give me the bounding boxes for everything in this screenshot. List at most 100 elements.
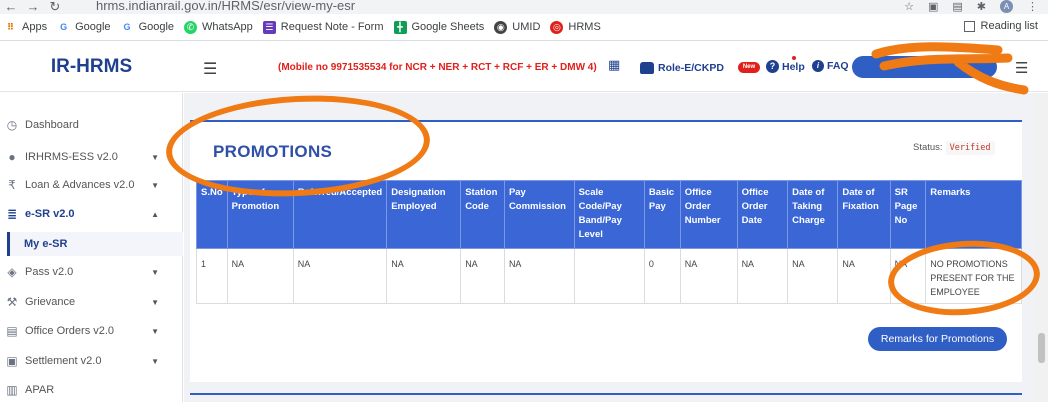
table-cell: NA [460,248,505,304]
helpline-notice: (Mobile no 9971535534 for NCR + NER + RC… [278,62,597,73]
table-cell [573,248,645,304]
hamburger-menu-icon[interactable]: ☰ [203,59,217,79]
id-card-icon: ▥ [6,383,18,397]
sidebar-item-loan-advances[interactable]: ₹ Loan & Advances v2.0 ▼ [0,174,183,196]
bookmark-request-note[interactable]: ☰ Request Note - Form [262,20,384,34]
bookmark-hrms[interactable]: ◎ HRMS [550,20,601,34]
column-header: Designation Employed [386,180,462,249]
bookmark-google-sheets[interactable]: ╋ Google Sheets [393,20,484,34]
notification-dot [792,56,796,60]
sidebar-subitem-my-esr[interactable]: My e-SR [7,232,183,256]
chevron-down-icon: ▼ [151,152,159,162]
status-indicator: Status: Verified [913,141,995,155]
google-icon: G [123,21,131,32]
sidebar-item-dashboard[interactable]: ◷ Dashboard [0,114,183,136]
table-cell: NA [787,248,839,304]
bookmark-umid[interactable]: ◉ UMID [494,20,540,34]
table-cell: NA [736,248,789,304]
table-cell: NA [503,248,575,304]
table-cell: NA [386,248,462,304]
sidebar-item-apar[interactable]: ▥ APAR [0,379,183,401]
chevron-down-icon: ▼ [151,297,159,307]
reading-list[interactable]: Reading list [963,20,1038,32]
whatsapp-icon: ✆ [184,20,198,34]
column-header: Pay Commission [503,180,575,249]
role-selector[interactable]: Role-E/CKPD [640,62,724,74]
bookmark-apps[interactable]: ⠿ Apps [4,21,47,34]
chevron-down-icon: ▼ [151,180,159,190]
column-header: Office Order Date [736,180,789,249]
next-panel-border [190,393,1022,395]
bookmarks-bar: ⠿ Apps G Google G Google ✆ WhatsApp ☰ Request… [0,14,1048,41]
sidebar-item-settlement[interactable]: ▣ Settlement v2.0 ▼ [0,350,183,372]
column-header: Office Order Number [679,180,738,249]
puzzle-icon[interactable]: ✱ [977,0,986,13]
new-badge[interactable]: New [738,62,760,73]
page-scrollbar[interactable] [1035,93,1048,402]
hrms-icon: ◎ [550,20,564,34]
sidebar-item-irhrms-ess[interactable]: ● IRHRMS-ESS v2.0 ▼ [0,146,183,168]
column-header: SR Page No [889,180,927,249]
forward-arrow-icon[interactable]: → [22,0,44,13]
dashboard-icon: ◷ [6,118,18,132]
sidebar-item-pass[interactable]: ◈ Pass v2.0 ▼ [0,261,183,283]
rupee-icon: ₹ [8,178,16,192]
column-header: Remarks [925,180,1022,249]
google-icon: G [60,21,68,32]
remarks-for-promotions-button[interactable]: Remarks for Promotions [868,327,1007,351]
user-icon: ● [8,150,16,164]
translate-icon[interactable]: ▦ [608,57,620,73]
extension-icon[interactable]: ▣ [928,0,938,13]
database-icon: ≣ [6,207,18,221]
column-header: Basic Pay [643,180,681,249]
document-icon: ▤ [6,324,18,338]
sheets-icon: ╋ [393,20,407,34]
browser-toolbar: ← → ↻ hrms.indianrail.gov.in/HRMS/esr/vi… [0,0,1048,14]
form-icon: ☰ [262,20,276,34]
chevron-up-icon: ▲ [151,209,159,219]
kebab-menu-icon[interactable]: ⋮ [1027,0,1038,13]
sidebar-item-office-orders[interactable]: ▤ Office Orders v2.0 ▼ [0,320,183,342]
column-header: Station Code [460,180,505,249]
column-header: Scale Code/Pay Band/Pay Level [573,180,645,249]
status-badge: Verified [945,141,995,155]
reload-icon[interactable]: ↻ [44,0,66,13]
table-cell: NA [226,248,294,304]
reading-list-icon [963,20,975,32]
chevron-down-icon: ▼ [151,267,159,277]
browser-actions: ☆ ▣ ▤ ✱ A ⋮ [904,0,1038,13]
question-icon: ? [766,60,779,73]
table-cell: NA [292,248,388,304]
extension-icon[interactable]: ▤ [952,0,962,13]
star-icon[interactable]: ☆ [904,0,914,13]
address-bar[interactable]: hrms.indianrail.gov.in/HRMS/esr/view-my-… [96,1,355,13]
column-header: Date of Taking Charge [787,180,839,249]
sidebar: ◷ Dashboard ● IRHRMS-ESS v2.0 ▼ ₹ Loan & Adv… [0,93,183,402]
help-link[interactable]: ? Help [766,56,805,73]
column-header: Date of Fixation [837,180,891,249]
user-group-icon [640,62,654,74]
table-cell: NA [837,248,891,304]
faq-link[interactable]: i FAQ [812,60,849,72]
sidebar-item-grievance[interactable]: ⚒ Grievance ▼ [0,291,183,313]
chevron-down-icon: ▼ [151,326,159,336]
app-brand[interactable]: IR-HRMS [0,42,183,92]
profile-avatar[interactable]: A [1000,0,1013,13]
annotation-stroke [871,42,1029,95]
bookmark-google[interactable]: G Google [121,21,175,34]
back-arrow-icon[interactable]: ← [0,0,22,13]
gavel-icon: ⚒ [6,295,18,309]
sidebar-item-esr[interactable]: ≣ e-SR v2.0 ▲ [0,203,183,225]
table-cell: NA [679,248,738,304]
globe-icon: ◉ [494,20,508,34]
bookmark-whatsapp[interactable]: ✆ WhatsApp [184,20,253,34]
table-cell: 0 [643,248,681,304]
ticket-icon: ◈ [7,265,17,279]
scrollbar-thumb[interactable] [1038,333,1045,363]
apps-grid-icon: ⠿ [6,21,15,32]
chevron-down-icon: ▼ [151,356,159,366]
table-cell: 1 [196,248,228,304]
annotation-scribble [871,42,1029,95]
bookmark-google[interactable]: G Google [57,21,111,34]
info-icon: i [812,60,824,72]
